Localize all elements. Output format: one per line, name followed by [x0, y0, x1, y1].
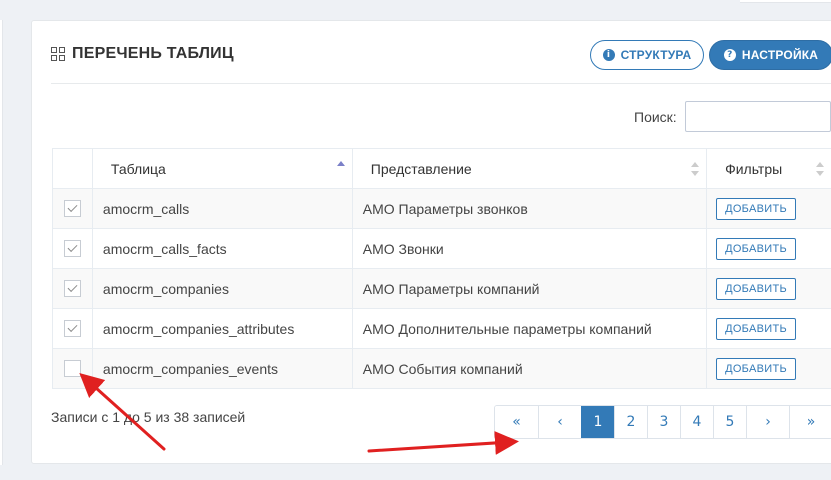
- row-checkbox[interactable]: [63, 200, 81, 218]
- structure-button[interactable]: i СТРУКТУРА: [590, 40, 704, 70]
- header-view-column[interactable]: Представление: [351, 148, 708, 189]
- sort-icon: [816, 162, 824, 176]
- add-filter-button[interactable]: ДОБАВИТЬ: [716, 317, 796, 340]
- last-page-button[interactable]: »: [789, 406, 831, 438]
- page-button-4[interactable]: 4: [680, 406, 713, 438]
- check-icon: [67, 242, 78, 253]
- table-row: amocrm_companies AMO Параметры компаний …: [52, 268, 831, 309]
- add-filter-button[interactable]: ДОБАВИТЬ: [716, 357, 796, 380]
- page-button-1[interactable]: 1: [581, 406, 614, 438]
- row-checkbox[interactable]: [63, 240, 81, 258]
- question-icon: ?: [723, 49, 736, 61]
- settings-button-label: НАСТРОЙКА: [741, 48, 819, 62]
- table-row: amocrm_calls AMO Параметры звонков ДОБАВ…: [52, 188, 831, 229]
- check-icon: [67, 322, 78, 333]
- page-button-2[interactable]: 2: [614, 406, 647, 438]
- tables-list-panel: ПЕРЕЧЕНЬ ТАБЛИЦ i СТРУКТУРА ? НАСТРОЙКА …: [31, 20, 831, 464]
- top-panel-edge: [740, 0, 831, 3]
- structure-button-label: СТРУКТУРА: [620, 48, 692, 62]
- row-checkbox[interactable]: [63, 360, 81, 378]
- header-filters-column[interactable]: Фильтры: [706, 148, 831, 189]
- add-filter-button[interactable]: ДОБАВИТЬ: [716, 277, 796, 300]
- add-filter-button[interactable]: ДОБАВИТЬ: [716, 197, 796, 220]
- panel-title: ПЕРЕЧЕНЬ ТАБЛИЦ: [51, 45, 234, 63]
- view-name-cell: AMO Дополнительные параметры компаний: [351, 308, 708, 349]
- table-name-cell: amocrm_companies: [91, 268, 353, 309]
- table-row: amocrm_companies_events AMO События комп…: [52, 348, 831, 389]
- page-button-5[interactable]: 5: [713, 406, 746, 438]
- grid-icon: [51, 47, 65, 61]
- tables-table: Таблица Представление Фильтры amocrm_cal…: [52, 148, 831, 389]
- table-name-cell: amocrm_calls: [91, 188, 353, 229]
- view-name-cell: AMO Параметры звонков: [351, 188, 708, 229]
- table-name-cell: amocrm_companies_events: [91, 348, 353, 389]
- left-panel-edge: [0, 20, 3, 465]
- first-page-button[interactable]: «: [495, 406, 538, 438]
- view-name-cell: AMO Параметры компаний: [351, 268, 708, 309]
- table-name-cell: amocrm_calls_facts: [91, 228, 353, 269]
- header-view-label: Представление: [370, 160, 472, 177]
- header-table-column[interactable]: Таблица: [91, 148, 353, 189]
- table-name-cell: amocrm_companies_attributes: [91, 308, 353, 349]
- search-input[interactable]: [685, 101, 831, 132]
- records-info: Записи с 1 до 5 из 38 записей: [51, 409, 246, 425]
- settings-button[interactable]: ? НАСТРОЙКА: [709, 40, 831, 70]
- header-filters-label: Фильтры: [725, 160, 783, 177]
- prev-page-button[interactable]: ‹: [538, 406, 581, 438]
- row-checkbox[interactable]: [63, 320, 81, 338]
- table-header-row: Таблица Представление Фильтры: [52, 148, 831, 189]
- page-button-3[interactable]: 3: [647, 406, 680, 438]
- view-name-cell: AMO События компаний: [351, 348, 708, 389]
- add-filter-button[interactable]: ДОБАВИТЬ: [716, 237, 796, 260]
- view-name-cell: AMO Звонки: [351, 228, 708, 269]
- info-icon: i: [602, 49, 615, 61]
- sort-asc-icon: [336, 161, 345, 175]
- check-icon: [67, 202, 78, 213]
- check-icon: [67, 282, 78, 293]
- header-checkbox-column: [52, 148, 93, 189]
- pagination: « ‹ 1 2 3 4 5 › »: [494, 405, 831, 439]
- next-page-button[interactable]: ›: [746, 406, 789, 438]
- table-row: amocrm_companies_attributes AMO Дополнит…: [52, 308, 831, 349]
- panel-title-text: ПЕРЕЧЕНЬ ТАБЛИЦ: [72, 45, 234, 62]
- search-label: Поиск:: [634, 109, 677, 125]
- sort-icon: [691, 162, 700, 176]
- header-table-label: Таблица: [110, 160, 166, 177]
- table-row: amocrm_calls_facts AMO Звонки ДОБАВИТЬ: [52, 228, 831, 269]
- row-checkbox[interactable]: [63, 280, 81, 298]
- header-divider: [51, 83, 831, 84]
